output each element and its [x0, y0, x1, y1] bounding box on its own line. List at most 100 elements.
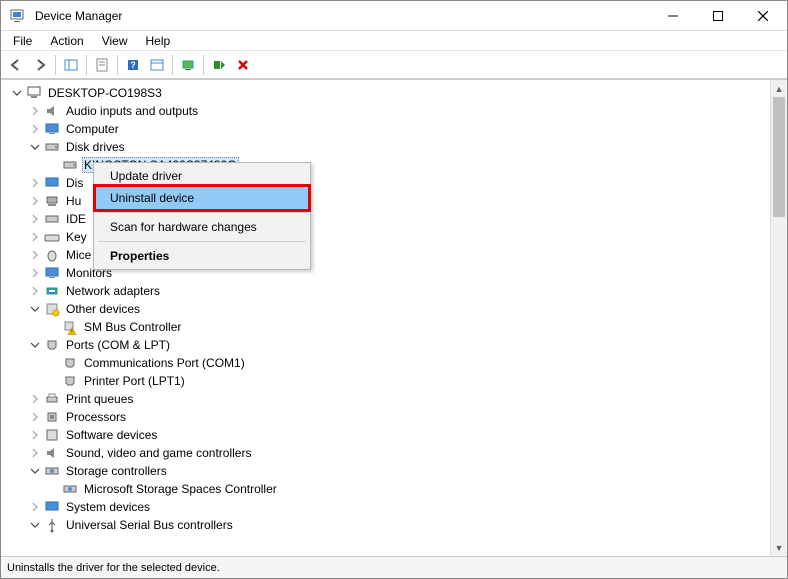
svg-text:?: ?: [130, 60, 136, 70]
tree-label: Disk drives: [64, 140, 127, 154]
tree-label: Audio inputs and outputs: [64, 104, 200, 118]
tree-sound[interactable]: Sound, video and game controllers: [3, 444, 768, 462]
ctx-scan-hardware[interactable]: Scan for hardware changes: [96, 216, 308, 238]
tree-lpt1[interactable]: Printer Port (LPT1): [3, 372, 768, 390]
tree-label: Microsoft Storage Spaces Controller: [82, 482, 279, 496]
minimize-button[interactable]: [650, 1, 695, 30]
scroll-up-icon[interactable]: ▲: [771, 80, 787, 97]
expand-icon[interactable]: [27, 194, 42, 209]
action-button[interactable]: [146, 54, 168, 76]
show-hide-console-tree-button[interactable]: [60, 54, 82, 76]
help-button[interactable]: ?: [122, 54, 144, 76]
context-menu: Update driver Uninstall device Scan for …: [93, 162, 311, 270]
tree-label: DESKTOP-CO198S3: [46, 86, 164, 100]
collapse-icon[interactable]: [27, 302, 42, 317]
expand-icon[interactable]: [27, 104, 42, 119]
tree-system[interactable]: System devices: [3, 498, 768, 516]
expand-icon[interactable]: [27, 248, 42, 263]
port-icon: [62, 355, 78, 371]
menu-help[interactable]: Help: [138, 32, 179, 50]
menu-file[interactable]: File: [5, 32, 40, 50]
tree-computer[interactable]: Computer: [3, 120, 768, 138]
port-icon: [62, 373, 78, 389]
tree-root[interactable]: DESKTOP-CO198S3: [3, 84, 768, 102]
tree-software[interactable]: Software devices: [3, 426, 768, 444]
tree-other-devices[interactable]: Other devices: [3, 300, 768, 318]
tree-network[interactable]: Network adapters: [3, 282, 768, 300]
menubar: File Action View Help: [1, 31, 787, 51]
computer-icon: [44, 121, 60, 137]
enable-device-button[interactable]: [208, 54, 230, 76]
tree-ports[interactable]: Ports (COM & LPT): [3, 336, 768, 354]
tree-processors[interactable]: Processors: [3, 408, 768, 426]
tree-msss[interactable]: Microsoft Storage Spaces Controller: [3, 480, 768, 498]
ctx-uninstall-device[interactable]: Uninstall device: [93, 184, 311, 212]
cpu-icon: [44, 409, 60, 425]
tree-disk-drives[interactable]: Disk drives: [3, 138, 768, 156]
expand-icon[interactable]: [27, 500, 42, 515]
tree-label: SM Bus Controller: [82, 320, 183, 334]
tree-label: Software devices: [64, 428, 159, 442]
collapse-icon[interactable]: [27, 140, 42, 155]
storage-icon: [62, 481, 78, 497]
audio-icon: [44, 103, 60, 119]
maximize-button[interactable]: [695, 1, 740, 30]
expand-icon[interactable]: [27, 176, 42, 191]
separator: [98, 241, 306, 242]
collapse-icon[interactable]: [27, 518, 42, 533]
ctx-properties[interactable]: Properties: [96, 245, 308, 267]
window-title: Device Manager: [35, 9, 122, 23]
tree-com1[interactable]: Communications Port (COM1): [3, 354, 768, 372]
computer-icon: [26, 85, 42, 101]
statusbar: Uninstalls the driver for the selected d…: [1, 556, 787, 578]
tree-label: Key: [64, 230, 89, 244]
scrollbar-thumb[interactable]: [773, 97, 785, 217]
tree-label: Dis: [64, 176, 85, 190]
back-button[interactable]: [5, 54, 27, 76]
device-tree[interactable]: DESKTOP-CO198S3 Audio inputs and outputs…: [1, 80, 770, 556]
tree-label: IDE: [64, 212, 88, 226]
vertical-scrollbar[interactable]: ▲ ▼: [770, 80, 787, 556]
tree-usb[interactable]: Universal Serial Bus controllers: [3, 516, 768, 534]
printer-icon: [44, 391, 60, 407]
expand-icon[interactable]: [27, 284, 42, 299]
tree-storage[interactable]: Storage controllers: [3, 462, 768, 480]
close-button[interactable]: [740, 1, 785, 30]
tree-label: Computer: [64, 122, 121, 136]
expand-icon[interactable]: [27, 122, 42, 137]
network-icon: [44, 283, 60, 299]
uninstall-device-button[interactable]: [232, 54, 254, 76]
mouse-icon: [44, 247, 60, 263]
expand-icon[interactable]: [27, 392, 42, 407]
expand-icon[interactable]: [27, 428, 42, 443]
tree-label: Printer Port (LPT1): [82, 374, 187, 388]
menu-action[interactable]: Action: [42, 32, 91, 50]
expand-icon[interactable]: [27, 446, 42, 461]
storage-icon: [44, 463, 60, 479]
expand-icon[interactable]: [27, 212, 42, 227]
forward-button[interactable]: [29, 54, 51, 76]
update-driver-button[interactable]: [177, 54, 199, 76]
system-icon: [44, 499, 60, 515]
tree-label: Print queues: [64, 392, 135, 406]
ide-icon: [44, 211, 60, 227]
expand-icon[interactable]: [27, 230, 42, 245]
collapse-icon[interactable]: [27, 464, 42, 479]
other-icon: [44, 301, 60, 317]
properties-button[interactable]: [91, 54, 113, 76]
tree-label: Processors: [64, 410, 128, 424]
sound-icon: [44, 445, 60, 461]
collapse-icon[interactable]: [9, 86, 24, 101]
app-icon: [9, 8, 25, 24]
menu-view[interactable]: View: [94, 32, 136, 50]
tree-label: Network adapters: [64, 284, 162, 298]
display-icon: [44, 175, 60, 191]
tree-audio[interactable]: Audio inputs and outputs: [3, 102, 768, 120]
expand-icon[interactable]: [27, 266, 42, 281]
collapse-icon[interactable]: [27, 338, 42, 353]
expand-icon[interactable]: [27, 410, 42, 425]
tree-print-queues[interactable]: Print queues: [3, 390, 768, 408]
toolbar: ?: [1, 51, 787, 79]
tree-smbus[interactable]: ! SM Bus Controller: [3, 318, 768, 336]
scroll-down-icon[interactable]: ▼: [771, 539, 787, 556]
